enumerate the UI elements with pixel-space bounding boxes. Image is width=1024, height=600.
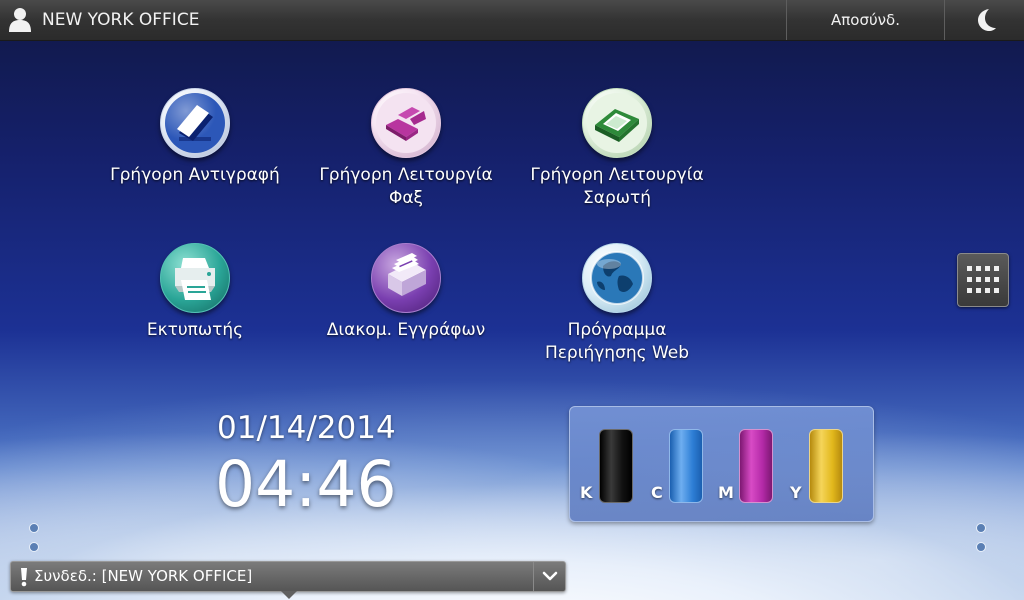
exclamation-icon [21, 568, 27, 587]
date-display: 01/14/2014 [217, 410, 396, 446]
chevron-down-icon [542, 571, 558, 581]
toner-bar-c [669, 429, 703, 503]
toner-label-m: M [718, 483, 734, 502]
app-document-server[interactable]: Διακομ. Εγγράφων [306, 243, 506, 342]
printer-icon [160, 243, 230, 313]
page-indicator-right [976, 518, 998, 552]
app-label: Γρήγορη Λειτουργία Φαξ [319, 165, 493, 208]
app-quick-copy[interactable]: Γρήγορη Αντιγραφή [95, 88, 295, 187]
grid-icon [967, 266, 999, 293]
toner-bar-k [599, 429, 633, 503]
user-icon [8, 7, 32, 33]
status-expand-button[interactable] [533, 562, 565, 591]
status-pointer [281, 591, 297, 599]
app-label: Πρόγραμμα Περιήγησης Web [544, 320, 690, 363]
app-quick-scanner[interactable]: Γρήγορη Λειτουργία Σαρωτή [517, 88, 717, 210]
toner-label-c: C [651, 483, 663, 502]
toner-panel[interactable]: K C M Y [569, 406, 874, 522]
logout-button[interactable]: Αποσύνδ. [786, 0, 945, 40]
quick-copy-icon [160, 88, 230, 158]
app-label: Γρήγορη Λειτουργία Σαρωτή [530, 165, 704, 208]
document-server-icon [371, 243, 441, 313]
app-printer[interactable]: Εκτυπωτής [95, 243, 295, 342]
quick-scanner-icon [582, 88, 652, 158]
energy-saver-button[interactable] [944, 0, 1024, 40]
toner-label-y: Y [790, 483, 802, 502]
quick-fax-icon [371, 88, 441, 158]
toner-label-k: K [580, 483, 593, 502]
status-message: Συνδεδ.: [NEW YORK OFFICE] [34, 567, 253, 585]
status-bar: Συνδεδ.: [NEW YORK OFFICE] [10, 561, 566, 592]
moon-icon [978, 9, 996, 31]
app-quick-fax[interactable]: Γρήγορη Λειτουργία Φαξ [306, 88, 506, 210]
app-label: Διακομ. Εγγράφων [326, 320, 486, 340]
time-display: 04:46 [215, 448, 397, 521]
top-bar: NEW YORK OFFICE Αποσύνδ. [0, 0, 1024, 41]
app-web-browser[interactable]: Πρόγραμμα Περιήγησης Web [517, 243, 717, 365]
office-title: NEW YORK OFFICE [42, 10, 200, 30]
toner-bar-y [809, 429, 843, 503]
app-label: Γρήγορη Αντιγραφή [110, 165, 280, 185]
page-indicator-left [29, 518, 51, 552]
toner-bar-m [739, 429, 773, 503]
app-list-button[interactable] [957, 253, 1009, 307]
web-browser-icon [582, 243, 652, 313]
app-label: Εκτυπωτής [146, 320, 244, 340]
